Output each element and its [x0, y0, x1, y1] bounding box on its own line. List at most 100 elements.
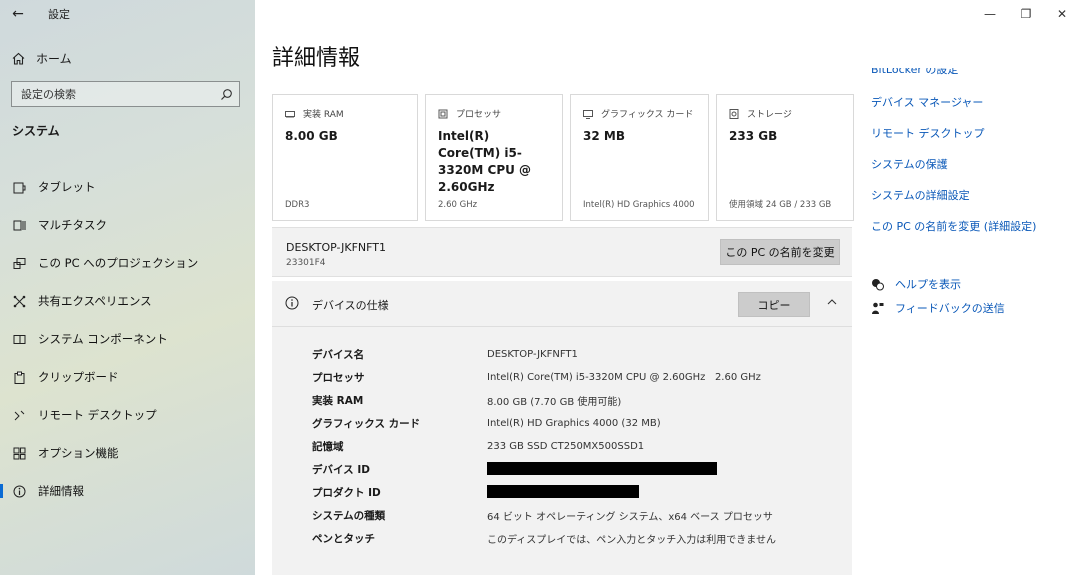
spec-key: グラフィックス カード: [312, 418, 421, 430]
card-sub: Intel(R) HD Graphics 4000: [583, 200, 695, 210]
back-arrow-icon[interactable]: ←: [0, 0, 36, 28]
card-value: 8.00 GB: [285, 129, 338, 143]
sidebar-item-remote-desktop[interactable]: リモート デスクトップ: [0, 396, 255, 434]
spec-row: ペンとタッチ このディスプレイでは、ペン入力とタッチ入力は利用できません: [312, 527, 776, 550]
multitask-icon: [12, 218, 26, 232]
spec-row: グラフィックス カード Intel(R) HD Graphics 4000 (32…: [312, 412, 776, 435]
spec-key: デバイス ID: [312, 464, 370, 476]
spec-row: 記憶域 233 GB SSD CT250MX500SSD1: [312, 435, 776, 458]
spec-value: 233 GB SSD CT250MX500SSD1: [487, 441, 645, 452]
sidebar-item-label: システム コンポーネント: [38, 332, 168, 346]
spec-rows: デバイス名 DESKTOP-JKFNFT1 プロセッサ Intel(R) Core(…: [312, 343, 776, 550]
sidebar-nav: タブレット マルチタスク この PC へのプロジェクション 共有エクスペリエンス…: [0, 168, 255, 510]
summary-cards: 実装 RAM 8.00 GB DDR3 プロセッサ Intel(R) Core(…: [272, 94, 854, 221]
related-links: BitLocker の設定 デバイス マネージャー リモート デスクトップ シス…: [871, 68, 1071, 241]
optional-features-icon: [12, 446, 26, 460]
card-head: 実装 RAM: [303, 110, 344, 120]
spec-value: Intel(R) HD Graphics 4000 (32 MB): [487, 418, 661, 429]
link-device-manager[interactable]: デバイス マネージャー: [871, 86, 1071, 117]
link-system-protection[interactable]: システムの保護: [871, 148, 1071, 179]
spec-value: このディスプレイでは、ペン入力とタッチ入力は利用できません: [487, 535, 776, 546]
card-head: グラフィックス カード: [601, 110, 694, 120]
card-sub: 2.60 GHz: [438, 200, 478, 210]
spec-row: システムの種類 64 ビット オペレーティング システム、x64 ベース プロセッ…: [312, 504, 776, 527]
remote-desktop-icon: [12, 408, 26, 422]
page-title: 詳細情報: [272, 46, 361, 71]
sidebar-item-about[interactable]: 詳細情報: [0, 472, 255, 510]
card-sub: 使用領域 24 GB / 233 GB: [729, 200, 832, 210]
redacted-product-id: [487, 484, 639, 498]
chevron-up-icon[interactable]: [825, 295, 839, 309]
sidebar-item-clipboard[interactable]: クリップボード: [0, 358, 255, 396]
sidebar-item-projection[interactable]: この PC へのプロジェクション: [0, 244, 255, 282]
tablet-icon: [12, 180, 26, 194]
card-head: ストレージ: [747, 110, 792, 120]
search-icon[interactable]: [213, 82, 239, 106]
info-icon: [285, 296, 299, 310]
card-processor: プロセッサ Intel(R) Core(TM) i5-3320M CPU @ 2…: [425, 94, 563, 221]
search-input[interactable]: 設定の検索: [11, 81, 240, 107]
chat-help-icon: [871, 277, 885, 291]
show-help-link[interactable]: ヘルプを表示: [871, 272, 1005, 296]
component-icon: [12, 332, 26, 346]
card-graphics: グラフィックス カード 32 MB Intel(R) HD Graphics 4…: [570, 94, 709, 221]
spec-row: プロダクト ID: [312, 481, 776, 504]
projection-icon: [12, 256, 26, 270]
search-placeholder: 設定の検索: [21, 88, 76, 101]
sidebar: ← 設定 ホーム 設定の検索 システム タブレット マルチタスク この PC へ…: [0, 0, 255, 575]
sidebar-item-optional-features[interactable]: オプション機能: [0, 434, 255, 472]
card-head: プロセッサ: [456, 110, 502, 120]
feedback-label: フィードバックの送信: [895, 302, 1005, 315]
sidebar-item-system-components[interactable]: システム コンポーネント: [0, 320, 255, 358]
storage-icon: [729, 108, 739, 119]
redacted-device-id: [487, 461, 717, 475]
sidebar-item-label: この PC へのプロジェクション: [38, 256, 199, 270]
clipboard-icon: [12, 370, 26, 384]
spec-key: 実装 RAM: [312, 395, 364, 407]
show-help-label: ヘルプを表示: [895, 278, 961, 291]
spec-value: 8.00 GB (7.70 GB 使用可能): [487, 397, 622, 408]
app-title: 設定: [48, 8, 70, 21]
sidebar-item-label: 詳細情報: [38, 484, 84, 498]
sidebar-item-label: マルチタスク: [38, 218, 107, 232]
ram-icon: [285, 109, 295, 119]
spec-key: ペンとタッチ: [312, 533, 375, 545]
pc-id: 23301F4: [286, 258, 326, 268]
feedback-link[interactable]: フィードバックの送信: [871, 296, 1005, 320]
device-spec-title: デバイスの仕様: [312, 299, 389, 312]
spec-row: デバイス名 DESKTOP-JKFNFT1: [312, 343, 776, 366]
help-section: ヘルプを表示 フィードバックの送信: [871, 272, 1005, 320]
link-advanced-system-settings[interactable]: システムの詳細設定: [871, 179, 1071, 210]
sidebar-item-tablet[interactable]: タブレット: [0, 168, 255, 206]
spec-value: Intel(R) Core(TM) i5-3320M CPU @ 2.60GHz…: [487, 372, 761, 383]
home-nav[interactable]: ホーム: [12, 48, 72, 68]
home-icon: [12, 51, 26, 65]
sidebar-item-multitask[interactable]: マルチタスク: [0, 206, 255, 244]
spec-value: 64 ビット オペレーティング システム、x64 ベース プロセッサ: [487, 512, 773, 523]
maximize-button[interactable]: ❐: [1008, 0, 1044, 28]
device-spec-panel: デバイスの仕様 コピー デバイス名 DESKTOP-JKFNFT1 プロセッサ In…: [272, 281, 852, 575]
feedback-icon: [871, 301, 885, 315]
rename-pc-button[interactable]: この PC の名前を変更: [720, 239, 840, 265]
device-spec-header: デバイスの仕様 コピー: [272, 281, 852, 327]
graphics-icon: [583, 109, 593, 119]
spec-key: 記憶域: [312, 441, 344, 453]
close-button[interactable]: ✕: [1044, 0, 1080, 28]
sidebar-item-shared-experience[interactable]: 共有エクスペリエンス: [0, 282, 255, 320]
section-title-system: システム: [12, 124, 60, 138]
sidebar-item-label: タブレット: [38, 180, 96, 194]
sidebar-item-label: オプション機能: [38, 446, 119, 460]
spec-value: DESKTOP-JKFNFT1: [487, 349, 578, 360]
link-remote-desktop[interactable]: リモート デスクトップ: [871, 117, 1071, 148]
home-label: ホーム: [36, 51, 72, 66]
shared-experience-icon: [12, 294, 26, 308]
minimize-button[interactable]: —: [972, 0, 1008, 28]
pc-name: DESKTOP-JKFNFT1: [286, 241, 386, 254]
link-rename-pc-advanced[interactable]: この PC の名前を変更 (詳細設定): [871, 210, 1071, 241]
window-controls: — ❐ ✕: [972, 0, 1080, 28]
link-bitlocker[interactable]: BitLocker の設定: [871, 68, 1071, 86]
spec-key: システムの種類: [312, 510, 386, 522]
spec-row: 実装 RAM 8.00 GB (7.70 GB 使用可能): [312, 389, 776, 412]
card-storage: ストレージ 233 GB 使用領域 24 GB / 233 GB: [716, 94, 854, 221]
copy-button[interactable]: コピー: [738, 292, 810, 317]
